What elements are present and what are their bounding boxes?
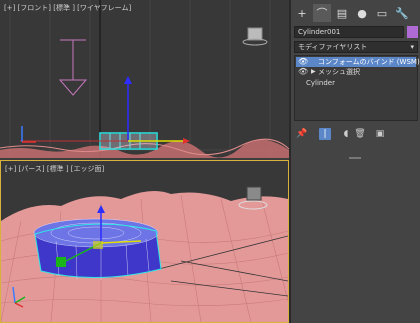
stack-item-mesh-select[interactable]: 👁 ▶ メッシュ選択 — [296, 67, 416, 77]
command-panel-tabs: + ⌒ ▤ ● ▭ 🔧 — [291, 4, 420, 22]
command-panel: + ⌒ ▤ ● ▭ 🔧 Cylinder001 モディファイヤリスト ▾ 👁 コ… — [291, 0, 420, 323]
perspective-viewport-label[interactable]: [+] [パース] [標準 ] [エッジ面] — [5, 164, 104, 174]
stack-item-label: メッシュ選択 — [318, 68, 360, 76]
rollout-resize-grip[interactable] — [349, 157, 361, 159]
display-icon[interactable]: ▭ — [373, 4, 391, 22]
show-end-result-icon[interactable]: | — [319, 128, 331, 140]
plus-icon[interactable]: + — [293, 4, 311, 22]
object-color-swatch[interactable] — [407, 26, 418, 38]
modify-curve-icon[interactable]: ⌒ — [313, 4, 331, 22]
chevron-down-icon: ▾ — [410, 43, 414, 51]
motion-icon[interactable]: ● — [353, 4, 371, 22]
stack-toolbar: 📌 | ◖ 🗑 ▣ — [294, 128, 418, 142]
remove-modifier-icon[interactable]: 🗑 — [354, 128, 366, 140]
eye-icon[interactable]: 👁 — [298, 68, 308, 76]
object-name-field[interactable]: Cylinder001 — [294, 26, 404, 38]
camera-object — [242, 27, 268, 46]
transform-gizmo — [20, 76, 190, 144]
modifier-list-dropdown[interactable]: モディファイヤリスト ▾ — [294, 41, 418, 53]
modifier-list-label: モディファイヤリスト — [298, 43, 368, 51]
front-viewport[interactable]: [+] [フロント] [標準 ] [ワイヤフレーム] — [0, 0, 289, 158]
configure-sets-icon[interactable]: ▣ — [374, 128, 386, 140]
stack-item-label: Cylinder — [306, 79, 335, 87]
make-unique-icon[interactable]: ◖ — [340, 128, 352, 140]
utilities-wrench-icon[interactable]: 🔧 — [393, 4, 411, 22]
stack-item-conform-binding[interactable]: 👁 コンフォームのバインド (WSM) — [296, 57, 420, 67]
axis-tripod — [21, 126, 36, 143]
front-viewport-canvas — [0, 0, 289, 158]
stack-item-label: コンフォームのバインド (WSM) — [318, 58, 420, 66]
expand-arrow-icon[interactable]: ▶ — [311, 67, 316, 77]
stack-item-cylinder[interactable]: Cylinder — [296, 78, 416, 88]
conform-direction-gizmo — [58, 39, 88, 96]
perspective-viewport-canvas — [1, 186, 288, 322]
perspective-viewport[interactable]: [+] [パース] [標準 ] [エッジ面] — [0, 160, 289, 323]
hierarchy-icon[interactable]: ▤ — [333, 4, 351, 22]
eye-icon[interactable]: 👁 — [298, 58, 308, 66]
pin-stack-icon[interactable]: 📌 — [296, 128, 308, 140]
front-viewport-label[interactable]: [+] [フロント] [標準 ] [ワイヤフレーム] — [4, 3, 131, 13]
modifier-stack: 👁 コンフォームのバインド (WSM) 👁 ▶ メッシュ選択 Cylinder — [294, 55, 420, 121]
cylinder-object — [33, 218, 162, 280]
